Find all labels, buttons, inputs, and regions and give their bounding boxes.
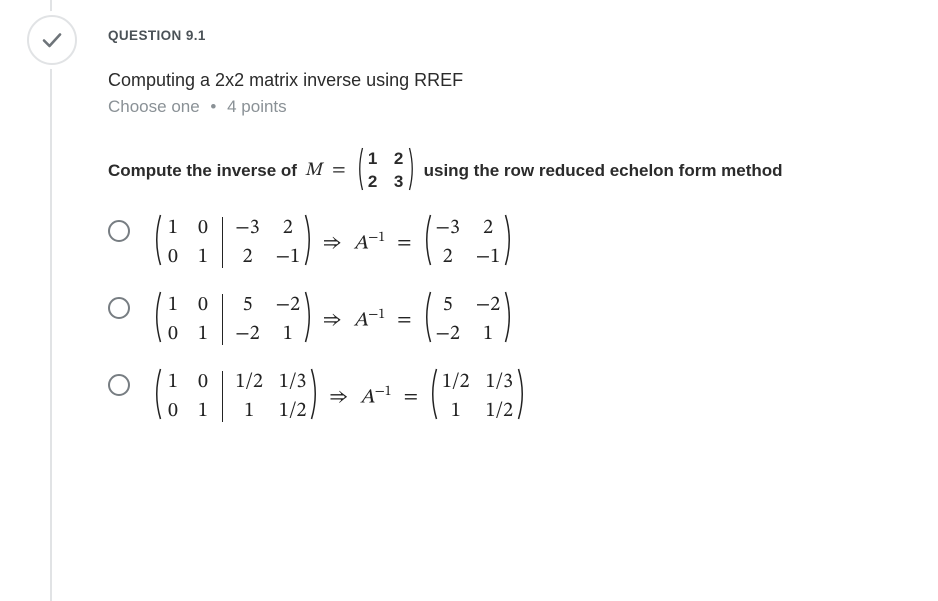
matrix-cell: −1 <box>476 247 500 267</box>
prompt-lead: Compute the inverse of <box>108 161 297 181</box>
answer-option[interactable]: 1001−322−1⇒A−1=−322−1 <box>108 214 898 271</box>
result-matrix: 1/2 1/3 1 1/2 <box>428 368 527 425</box>
matrix-cell: 1 <box>442 401 470 421</box>
question-meta: Choose one • 4 points <box>108 97 898 117</box>
matrix-cell: 1/2 <box>235 372 263 392</box>
matrix-cell: 1/2 <box>279 401 307 421</box>
question-number-label: QUESTION 9.1 <box>108 28 898 43</box>
matrix-cell: 1/2 <box>486 401 514 421</box>
matrix-cell: 1 <box>166 218 180 238</box>
matrix-cell: 2 <box>235 247 259 267</box>
matrix-cell: 0 <box>166 247 180 267</box>
matrix-cell: 3 <box>392 172 406 192</box>
a-inverse-symbol: A−1 <box>352 308 387 331</box>
question-points: 4 points <box>227 97 287 116</box>
augmented-matrix: 10011/21/311/2 <box>152 368 320 425</box>
equals-sign: = <box>395 233 413 253</box>
matrix-cell: 2 <box>476 218 500 238</box>
result-matrix: −3 22 −1 <box>422 214 515 271</box>
matrix-cell: 1 <box>476 324 500 344</box>
matrix-cell: 1 <box>366 149 380 169</box>
matrix-cell: 5 <box>436 295 460 315</box>
matrix-cell: 2 <box>436 247 460 267</box>
status-correct-badge <box>27 15 77 65</box>
matrix-cell: 1 <box>196 247 210 267</box>
matrix-cell: 1 <box>166 295 180 315</box>
matrix-cell: 1 <box>196 401 210 421</box>
implies-arrow: ⇒ <box>322 233 344 253</box>
option-formula: 1001−322−1⇒A−1=−322−1 <box>152 214 514 271</box>
matrix-cell: 1/3 <box>486 372 514 392</box>
matrix-cell: −2 <box>235 324 259 344</box>
matrix-cell: −2 <box>436 324 460 344</box>
prompt-matrix: 1223 <box>356 147 416 194</box>
check-icon <box>40 28 64 52</box>
augmented-matrix: 10015−2−21 <box>152 291 314 348</box>
option-formula: 10015−2−21⇒A−1=5−2−21 <box>152 291 514 348</box>
matrix-cell: 0 <box>166 401 180 421</box>
matrix-cell: 2 <box>276 218 300 238</box>
result-matrix: 5 −2 −2 1 <box>422 291 515 348</box>
matrix-cell: 1 <box>196 324 210 344</box>
augmented-matrix: 1001−322−1 <box>152 214 314 271</box>
matrix-cell: −3 <box>235 218 259 238</box>
option-formula: 10011/21/311/2⇒A−1=1/21/311/2 <box>152 368 527 425</box>
matrix-cell: 2 <box>366 172 380 192</box>
question-title: Computing a 2x2 matrix inverse using RRE… <box>108 67 898 93</box>
equals-sign: = <box>402 387 420 407</box>
meta-separator: • <box>210 97 216 116</box>
timeline-gutter <box>50 0 52 601</box>
matrix-cell: 1/2 <box>442 372 470 392</box>
a-inverse-symbol: A−1 <box>358 385 393 408</box>
radio-button[interactable] <box>108 374 130 396</box>
a-inverse-symbol: A−1 <box>352 231 387 254</box>
matrix-cell: −1 <box>276 247 300 267</box>
matrix-cell: 1 <box>235 401 263 421</box>
equals-sign: = <box>395 310 413 330</box>
implies-arrow: ⇒ <box>328 387 350 407</box>
answer-option[interactable]: 10011/21/311/2⇒A−1=1/21/311/2 <box>108 368 898 425</box>
matrix-cell: 1 <box>276 324 300 344</box>
matrix-cell: 0 <box>166 324 180 344</box>
radio-button[interactable] <box>108 220 130 242</box>
question-type: Choose one <box>108 97 200 116</box>
question-card: QUESTION 9.1 Computing a 2x2 matrix inve… <box>108 28 898 425</box>
prompt-equals: = <box>330 159 348 183</box>
matrix-cell: 1/3 <box>279 372 307 392</box>
matrix-cell: 1 <box>166 372 180 392</box>
radio-button[interactable] <box>108 297 130 319</box>
prompt-variable: M <box>305 159 322 183</box>
matrix-cell: −2 <box>276 295 300 315</box>
matrix-cell: 2 <box>392 149 406 169</box>
question-prompt: Compute the inverse of M = 1223 using th… <box>108 147 898 194</box>
implies-arrow: ⇒ <box>322 310 344 330</box>
matrix-cell: 5 <box>235 295 259 315</box>
prompt-tail: using the row reduced echelon form metho… <box>424 161 783 181</box>
matrix-cell: −3 <box>436 218 460 238</box>
answer-option[interactable]: 10015−2−21⇒A−1=5−2−21 <box>108 291 898 348</box>
options-list: 1001−322−1⇒A−1=−322−110015−2−21⇒A−1=5−2−… <box>108 214 898 425</box>
matrix-cell: 0 <box>196 218 210 238</box>
matrix-cell: 0 <box>196 372 210 392</box>
matrix-cell: 0 <box>196 295 210 315</box>
matrix-cell: −2 <box>476 295 500 315</box>
